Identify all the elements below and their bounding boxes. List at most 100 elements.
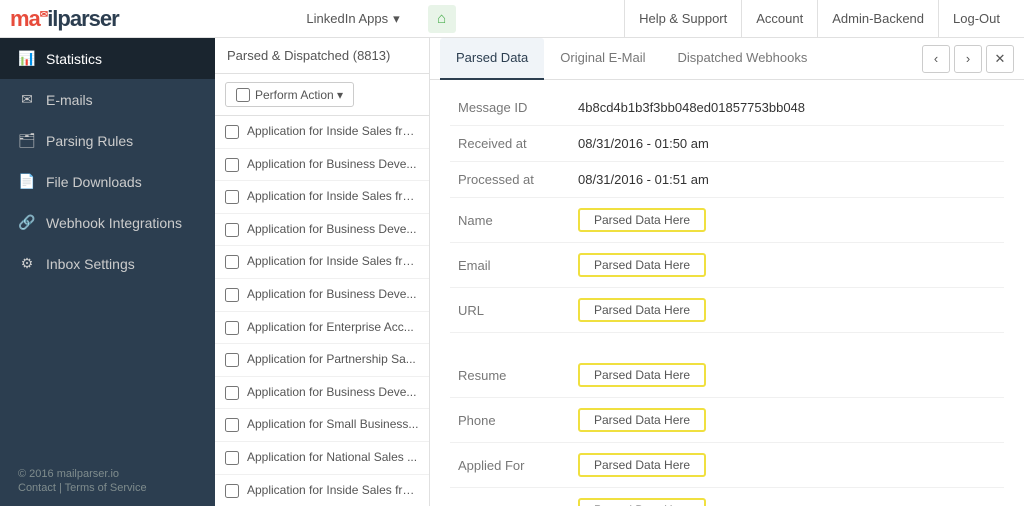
table-row: NotesParsed Data Here bbox=[450, 488, 1004, 506]
parsing-rules-icon: 🗂 bbox=[18, 132, 36, 149]
field-label: Received at bbox=[450, 126, 570, 162]
email-checkbox[interactable] bbox=[225, 418, 239, 432]
list-item[interactable]: Application for Business Deve... bbox=[215, 377, 429, 410]
section-gap bbox=[450, 333, 1004, 353]
perform-action-button[interactable]: Perform Action ▾ bbox=[225, 82, 354, 107]
detail-table: Message ID4b8cd4b1b3f3bb048ed01857753bb0… bbox=[450, 90, 1004, 333]
table-row: Processed at 08/31/2016 - 01:51 am bbox=[450, 162, 1004, 198]
email-checkbox[interactable] bbox=[225, 451, 239, 465]
email-list-panel: Parsed & Dispatched (8813) Perform Actio… bbox=[215, 38, 430, 506]
home-icon-btn[interactable]: ⌂ bbox=[428, 5, 456, 33]
field-label: Resume bbox=[450, 353, 570, 398]
email-icon: ✉ bbox=[18, 91, 36, 108]
parsed-badge: Parsed Data Here bbox=[578, 253, 706, 277]
logo-text: ma✉ilparser bbox=[10, 6, 119, 32]
sidebar-item-file-downloads[interactable]: 📄 File Downloads bbox=[0, 161, 215, 202]
table-row: Email Parsed Data Here bbox=[450, 243, 1004, 288]
close-detail-button[interactable]: ✕ bbox=[986, 45, 1014, 73]
parsed-badge: Parsed Data Here bbox=[578, 453, 706, 477]
detail-tabs: Parsed Data Original E-Mail Dispatched W… bbox=[430, 38, 1024, 80]
sidebar-item-inbox-settings[interactable]: ⚙ Inbox Settings bbox=[0, 243, 215, 284]
email-checkbox[interactable] bbox=[225, 190, 239, 204]
chevron-right-icon: › bbox=[966, 51, 970, 66]
email-subject: Application for Small Business... bbox=[247, 417, 418, 433]
sidebar-item-statistics[interactable]: 📊 Statistics bbox=[0, 38, 215, 79]
email-subject: Application for National Sales ... bbox=[247, 450, 417, 466]
tab-original-email[interactable]: Original E-Mail bbox=[544, 38, 661, 80]
prev-email-button[interactable]: ‹ bbox=[922, 45, 950, 73]
close-icon: ✕ bbox=[995, 51, 1006, 67]
field-label: Processed at bbox=[450, 162, 570, 198]
field-label: Name bbox=[450, 198, 570, 243]
email-checkbox[interactable] bbox=[225, 484, 239, 498]
sidebar-item-webhook-integrations[interactable]: 🔗 Webhook Integrations bbox=[0, 202, 215, 243]
email-checkbox[interactable] bbox=[225, 321, 239, 335]
perform-action-bar: Perform Action ▾ bbox=[215, 74, 429, 116]
email-checkbox[interactable] bbox=[225, 386, 239, 400]
email-checkbox[interactable] bbox=[225, 353, 239, 367]
table-row: NameParsed Data Here bbox=[450, 198, 1004, 243]
email-subject: Application for Business Deve... bbox=[247, 385, 416, 401]
sidebar-item-emails[interactable]: ✉ E-mails bbox=[0, 79, 215, 120]
list-item[interactable]: Application for Business Deve... bbox=[215, 214, 429, 247]
parsed-badge: Parsed Data Here bbox=[578, 298, 706, 322]
email-checkbox[interactable] bbox=[225, 125, 239, 139]
sidebar-footer: © 2016 mailparser.io Contact | Terms of … bbox=[0, 456, 215, 506]
list-item[interactable]: Application for Partnership Sa... bbox=[215, 344, 429, 377]
webhook-icon: 🔗 bbox=[18, 214, 36, 231]
field-label: Applied For bbox=[450, 443, 570, 488]
field-label: Email bbox=[450, 243, 570, 288]
list-item[interactable]: Application for National Sales ... bbox=[215, 442, 429, 475]
list-item[interactable]: Application for Business Deve... bbox=[215, 149, 429, 182]
detail-panel: Parsed Data Original E-Mail Dispatched W… bbox=[430, 38, 1024, 506]
account-nav[interactable]: Account bbox=[741, 0, 817, 38]
email-list-items: Application for Inside Sales fro... Appl… bbox=[215, 116, 429, 506]
logo: ma✉ilparser bbox=[10, 6, 130, 32]
linkedin-apps-nav[interactable]: LinkedIn Apps ▾ bbox=[298, 11, 407, 27]
sidebar-item-parsing-rules[interactable]: 🗂 Parsing Rules bbox=[0, 120, 215, 161]
field-label: Notes bbox=[450, 488, 570, 506]
list-item[interactable]: Application for Inside Sales fro... bbox=[215, 475, 429, 506]
email-checkbox[interactable] bbox=[225, 158, 239, 172]
list-item[interactable]: Application for Inside Sales fro... bbox=[215, 246, 429, 279]
email-checkbox[interactable] bbox=[225, 223, 239, 237]
email-subject: Application for Business Deve... bbox=[247, 157, 416, 173]
chevron-down-icon: ▾ bbox=[393, 11, 400, 27]
list-item[interactable]: Application for Inside Sales fro... bbox=[215, 181, 429, 214]
logout-nav[interactable]: Log-Out bbox=[938, 0, 1014, 38]
table-row: URL Parsed Data Here bbox=[450, 288, 1004, 333]
statistics-icon: 📊 bbox=[18, 50, 36, 67]
field-value: 08/31/2016 - 01:51 am bbox=[578, 172, 709, 187]
table-row: Applied For Parsed Data Here bbox=[450, 443, 1004, 488]
table-row: Phone Parsed Data Here bbox=[450, 398, 1004, 443]
top-nav-right: Help & Support Account Admin-Backend Log… bbox=[624, 0, 1014, 38]
parsed-badge: Parsed Data Here bbox=[578, 363, 706, 387]
top-nav-center: LinkedIn Apps ▾ ⌂ bbox=[130, 5, 624, 33]
email-subject: Application for Inside Sales fro... bbox=[247, 124, 419, 140]
list-item[interactable]: Application for Enterprise Acc... bbox=[215, 312, 429, 345]
detail-table-2: Resume Parsed Data Here Phone Parsed Data H… bbox=[450, 353, 1004, 506]
admin-backend-nav[interactable]: Admin-Backend bbox=[817, 0, 938, 38]
help-support-nav[interactable]: Help & Support bbox=[624, 0, 741, 38]
list-item[interactable]: Application for Small Business... bbox=[215, 409, 429, 442]
chevron-left-icon: ‹ bbox=[934, 51, 938, 66]
parsed-badge: Parsed Data Here bbox=[578, 408, 706, 432]
main-layout: 📊 Statistics ✉ E-mails 🗂 Parsing Rules 📄… bbox=[0, 38, 1024, 506]
field-label: URL bbox=[450, 288, 570, 333]
email-checkbox[interactable] bbox=[225, 288, 239, 302]
email-subject: Application for Business Deve... bbox=[247, 287, 416, 303]
list-item[interactable]: Application for Inside Sales fro... bbox=[215, 116, 429, 149]
email-subject: Application for Inside Sales fro... bbox=[247, 483, 419, 499]
detail-content: Message ID4b8cd4b1b3f3bb048ed01857753bb0… bbox=[430, 80, 1024, 506]
email-subject: Application for Business Deve... bbox=[247, 222, 416, 238]
inbox-settings-icon: ⚙ bbox=[18, 255, 36, 272]
field-label: Phone bbox=[450, 398, 570, 443]
file-downloads-icon: 📄 bbox=[18, 173, 36, 190]
select-all-checkbox[interactable] bbox=[236, 88, 250, 102]
tab-dispatched-webhooks[interactable]: Dispatched Webhooks bbox=[662, 38, 824, 80]
list-item[interactable]: Application for Business Deve... bbox=[215, 279, 429, 312]
tab-parsed-data[interactable]: Parsed Data bbox=[440, 38, 544, 80]
field-value: 08/31/2016 - 01:50 am bbox=[578, 136, 709, 151]
email-checkbox[interactable] bbox=[225, 255, 239, 269]
next-email-button[interactable]: › bbox=[954, 45, 982, 73]
